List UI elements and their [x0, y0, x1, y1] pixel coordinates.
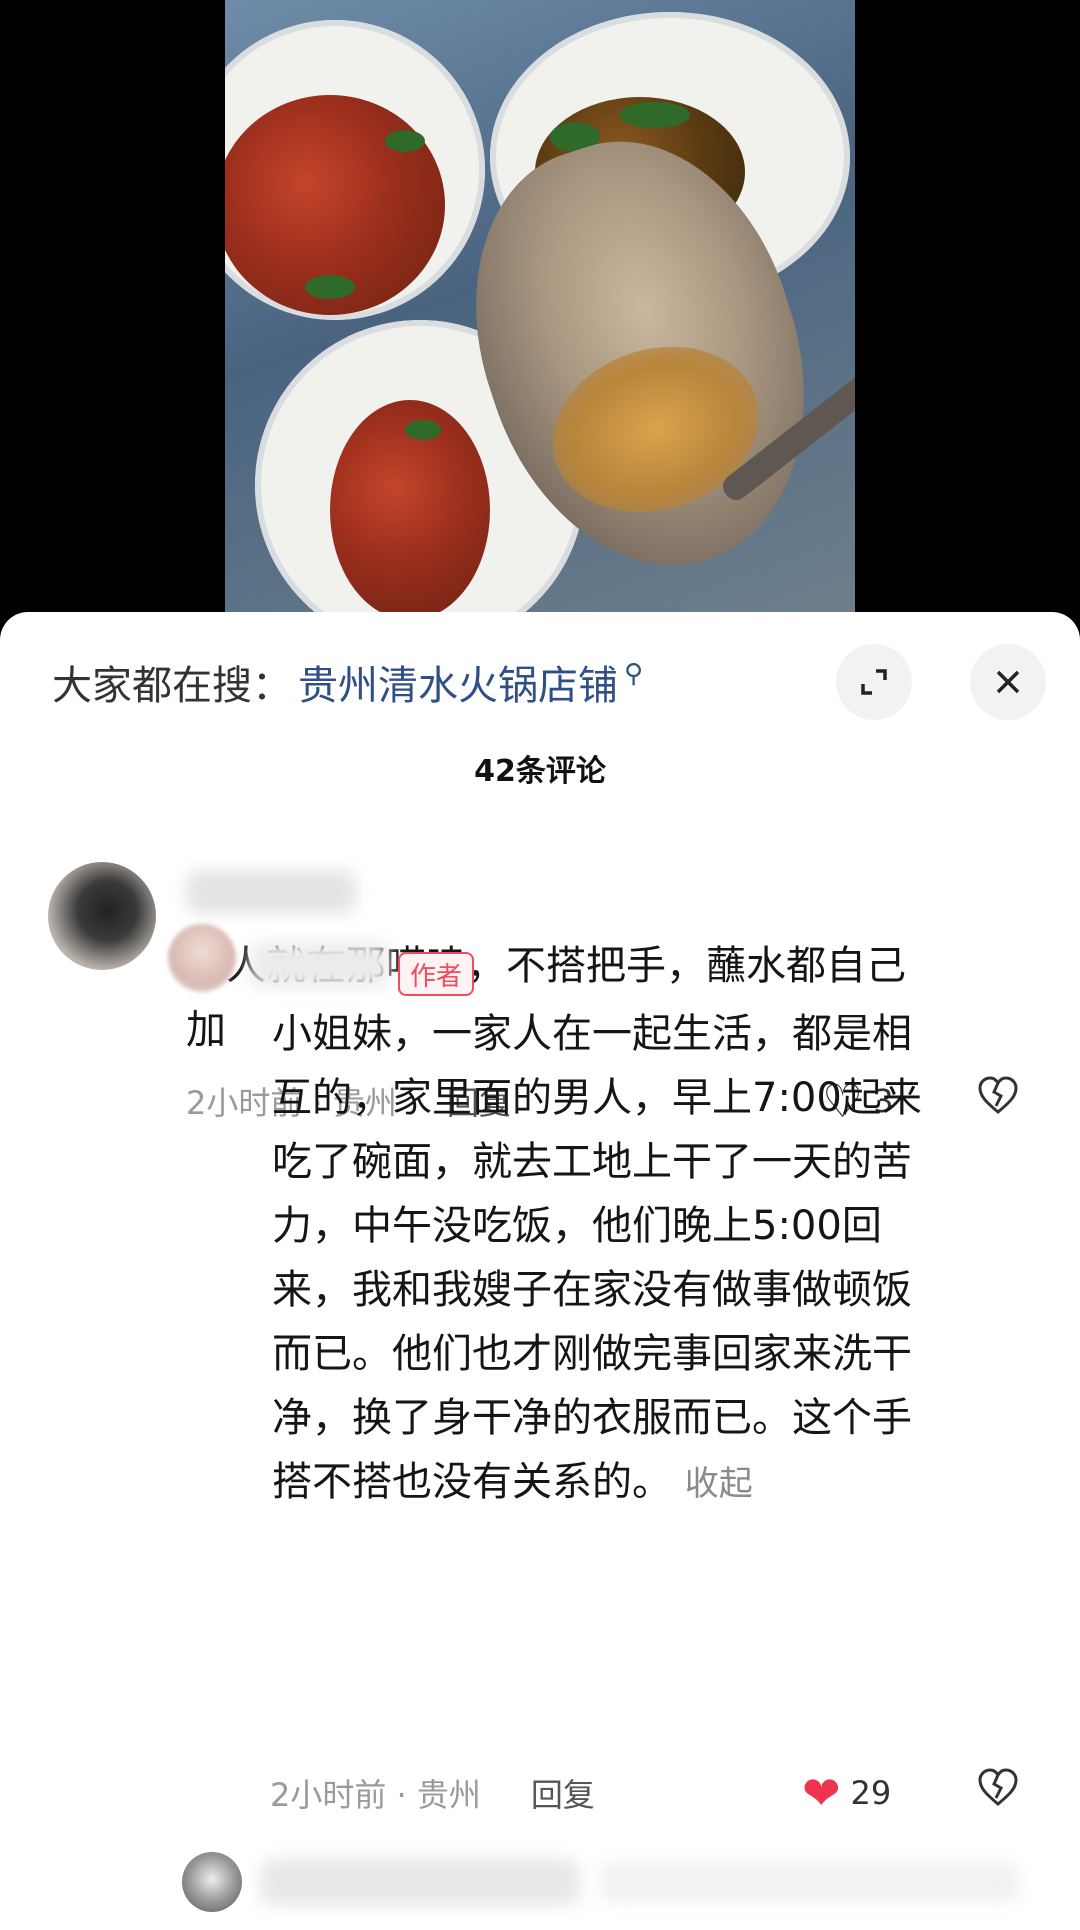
search-icon[interactable]: ⚲: [624, 659, 643, 689]
close-button[interactable]: [970, 644, 1046, 720]
avatar[interactable]: [168, 924, 236, 992]
avatar[interactable]: [48, 862, 156, 970]
close-icon: [996, 670, 1020, 694]
search-suggestion[interactable]: 大家都在搜： 贵州清水火锅店铺 ⚲: [52, 652, 643, 712]
like-button[interactable]: ❤ 29: [802, 1768, 891, 1818]
username-blurred[interactable]: [186, 870, 356, 914]
like-count: 29: [850, 1774, 892, 1812]
dislike-broken-heart-icon[interactable]: [976, 1766, 1020, 1821]
expand-icon: [861, 669, 887, 695]
comment-time-location: 2小时前 · 贵州: [270, 1776, 481, 1814]
dislike-broken-heart-icon[interactable]: [976, 1074, 1020, 1129]
comment-text: 小姐妹，一家人在一起生活，都是相 互的，家里面的男人，早上7:00起来 吃了碗面…: [272, 1002, 922, 1516]
search-link[interactable]: 贵州清水火锅店铺: [298, 653, 618, 711]
collapse-link[interactable]: 收起: [685, 1464, 753, 1504]
username-blurred[interactable]: [260, 1858, 580, 1906]
comments-count: 42条评论: [474, 754, 606, 789]
author-badge: 作者: [398, 952, 475, 996]
comment-text-body: 小姐妹，一家人在一起生活，都是相 互的，家里面的男人，早上7:00起来 吃了碗面…: [272, 1011, 922, 1505]
bowl-image: [225, 20, 485, 320]
comment-sheet: 大家都在搜： 贵州清水火锅店铺 ⚲ 42条评论 男人就在那唠嗑，不搭把手，蘸水都…: [0, 612, 1080, 1930]
comment-meta: 2小时前 · 贵州 回复: [270, 1768, 595, 1818]
search-prefix: 大家都在搜：: [52, 663, 292, 709]
expand-button[interactable]: [836, 644, 912, 720]
video-frame[interactable]: [225, 0, 855, 612]
comment-preview-blurred: [600, 1862, 1020, 1902]
username-blurred[interactable]: [250, 942, 390, 988]
avatar[interactable]: [182, 1852, 242, 1912]
reply-button[interactable]: 回复: [531, 1770, 595, 1816]
heart-filled-icon: ❤: [802, 1766, 841, 1820]
